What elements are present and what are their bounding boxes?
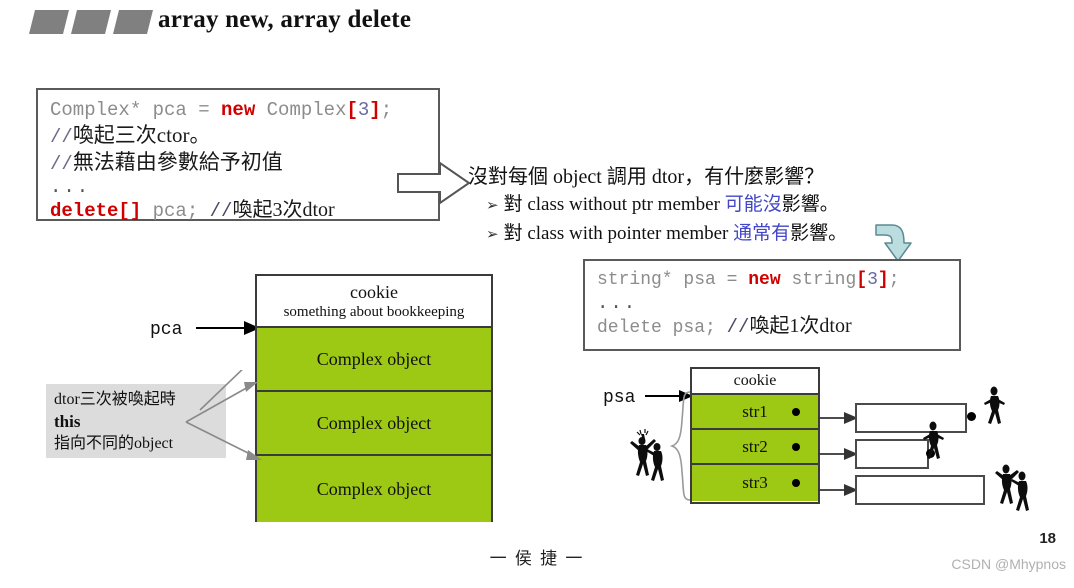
heap-pointer-arrow-icon (818, 412, 858, 424)
footer-author: 一 侯 捷 一 (489, 549, 585, 568)
pca-object-cell: Complex object (257, 392, 491, 456)
bullet-arrow-icon-2: ➢ (486, 227, 499, 243)
code-token-bracket-close: ] (369, 99, 381, 121)
dancing-figures-clipart-icon (630, 429, 664, 481)
code2-comment-text: 喚起1次dtor (749, 315, 852, 337)
code-comment-init: //無法藉由參數給予初值 (50, 150, 438, 177)
psa-pointer-label: psa (603, 388, 636, 408)
code-block-complex-array: Complex* pca = new Complex[3]; //喚起三次cto… (36, 88, 440, 224)
pca-cookie-header: cookie something about bookkeeping (257, 276, 491, 328)
psa-string-label: str1 (742, 401, 768, 421)
watermark: CSDN @Mhypnos (951, 556, 1066, 572)
code2-token-type: string (780, 270, 857, 290)
heap-string-buffer (855, 403, 967, 433)
psa-string-cell: str1 (692, 395, 818, 430)
psa-memory-block: cookie str1 str2 str3 (690, 367, 820, 504)
psa-grouping-brace-icon (670, 391, 691, 501)
bullet-1-text-after: 影響。 (781, 194, 839, 215)
bullet-1-highlight: 可能沒 (724, 194, 782, 215)
standing-figure-clipart-icon (923, 420, 944, 459)
psa-pointer-dot (792, 479, 800, 487)
header-bar-1 (29, 10, 69, 34)
code-line-delete-array: delete[] pca; //喚起3次dtor (50, 198, 438, 224)
header-bar-3 (113, 10, 153, 34)
code-block-string-array: string* psa = new string[3]; ... delete … (583, 259, 961, 351)
code-token-bracket-open: [ (346, 99, 358, 121)
psa-string-cell: str3 (692, 465, 818, 501)
code2-token-semicolon: ; (888, 270, 900, 290)
dtor-this-arrows-icon (185, 370, 262, 460)
psa-string-cell: str2 (692, 430, 818, 465)
code2-token-new-keyword: new (748, 270, 781, 290)
explanation-bullet-1: ➢ 對 class without ptr member 可能沒影響。 (468, 191, 908, 220)
code2-token-bracket-open: [ (856, 270, 868, 290)
code-token-delete-keyword: delete[] (50, 200, 142, 222)
page-title: array new, array delete (158, 6, 412, 33)
comment-text-2: 無法藉由參數給予初值 (72, 150, 283, 174)
heap-string-buffer (855, 439, 929, 469)
heap-pointer-arrow-icon (818, 484, 858, 496)
code2-token-bracket-close: ] (877, 270, 889, 290)
heap-string-buffer (855, 475, 985, 505)
leak-dot (967, 412, 976, 421)
comment-slashes-3: // (209, 200, 233, 222)
explanation-block: 沒對每個 object 調用 dtor，有什麼影響？ ➢ 對 class with… (468, 163, 908, 249)
code2-comment-slashes: // (726, 316, 750, 338)
code-line-delete-string: delete psa; //喚起1次dtor (597, 314, 959, 341)
code-token-delete-var: pca; (141, 200, 210, 222)
code2-ellipsis-line: ... (597, 292, 638, 314)
code-ellipsis-line: ... (50, 176, 91, 198)
pca-cookie-subtitle: something about bookkeeping (283, 304, 465, 320)
code-token-semicolon: ; (380, 99, 393, 121)
flow-arrow-icon (397, 161, 471, 205)
psa-string-label: str3 (742, 473, 768, 492)
header-bar-2 (71, 10, 111, 34)
pca-memory-block: cookie something about bookkeeping Compl… (255, 274, 493, 522)
code2-token-delete: delete psa; (597, 318, 727, 338)
code2-token-decl: string* psa = (597, 270, 749, 290)
comment-text-3: 喚起3次dtor (232, 199, 335, 221)
comment-text-1: 喚起三次ctor。 (72, 123, 211, 147)
pca-pointer-label: pca (150, 320, 183, 340)
comment-slashes-2: // (50, 153, 73, 175)
heap-pointer-arrow-icon (818, 448, 858, 460)
psa-pointer-dot (792, 442, 800, 451)
bullet-2-highlight: 通常有 (733, 223, 791, 244)
bullet-1-text-before: 對 class without ptr member (503, 194, 725, 215)
header-decoration-bars (29, 10, 153, 36)
code-line-new-string: string* psa = new string[3]; (597, 268, 959, 293)
page-number: 18 (1039, 530, 1056, 547)
bullet-2-text-before: 對 class with pointer member (503, 223, 734, 244)
pca-object-cell: Complex object (257, 456, 491, 522)
explanation-bullet-2: ➢ 對 class with pointer member 通常有影響。 (468, 220, 908, 249)
code-token-type: Complex (255, 99, 347, 121)
code-token-new-keyword: new (221, 99, 256, 121)
psa-cookie-header: cookie (692, 369, 818, 395)
explanation-question: 沒對每個 object 調用 dtor，有什麼影響？ (468, 166, 825, 188)
code-line-new-complex: Complex* pca = new Complex[3]; (50, 98, 438, 123)
code-token-array-size: 3 (357, 99, 370, 121)
code2-token-array-size: 3 (867, 270, 878, 290)
bullet-arrow-icon-1: ➢ (486, 198, 499, 214)
comment-slashes-1: // (50, 126, 73, 148)
code-comment-ctor: //喚起三次ctor。 (50, 123, 438, 150)
pca-pointer-arrow-icon (196, 321, 260, 335)
code-token-decl: Complex* pca = (50, 99, 222, 121)
psa-pointer-dot (792, 407, 800, 416)
bullet-2-text-after: 影響。 (790, 223, 848, 244)
pca-cookie-title: cookie (350, 282, 398, 302)
pca-object-cell: Complex object (257, 328, 491, 392)
standing-figure-clipart-icon (984, 385, 1005, 424)
psa-string-label: str2 (742, 436, 768, 456)
dancing-figures-clipart-icon (995, 460, 1029, 511)
